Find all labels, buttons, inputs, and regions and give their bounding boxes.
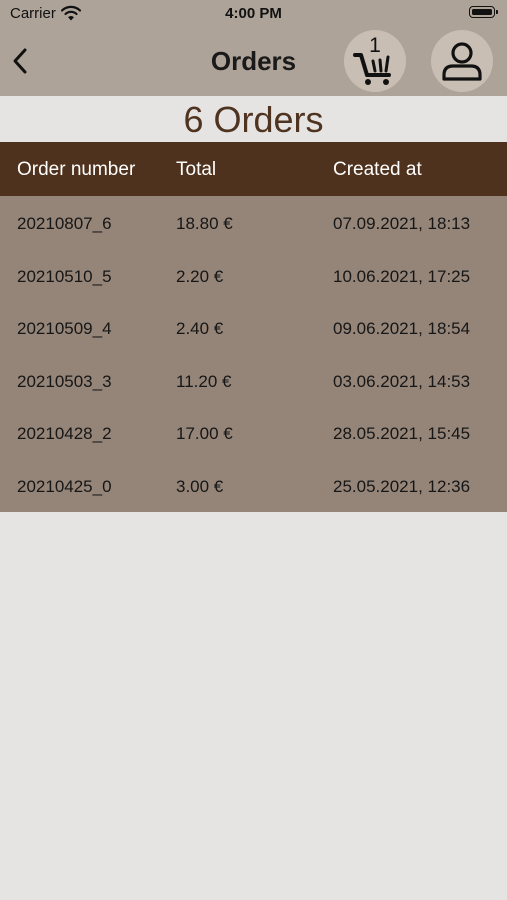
order-total-cell: 3.00 €: [176, 476, 224, 496]
cart-icon: [353, 53, 391, 85]
table-row[interactable]: 20210503_3 11.20 € 03.06.2021, 14:53: [0, 354, 507, 406]
orders-table: 20210807_6 18.80 € 07.09.2021, 18:13 202…: [0, 196, 507, 512]
table-row[interactable]: 20210510_5 2.20 € 10.06.2021, 17:25: [0, 249, 507, 301]
order-number-cell: 20210807_6: [17, 214, 112, 233]
cart-button[interactable]: 1: [344, 30, 406, 92]
order-created-cell: 28.05.2021, 15:45: [333, 424, 471, 443]
order-created-cell: 03.06.2021, 14:53: [333, 371, 471, 391]
status-bar: Carrier 4:00 PM: [0, 0, 507, 28]
order-number-cell: 20210510_5: [17, 266, 112, 286]
orders-table-header: Order number Total Created at: [0, 142, 507, 196]
order-created-cell: 09.06.2021, 18:54: [333, 319, 471, 338]
order-total-cell: 2.40 €: [176, 319, 224, 338]
order-created-cell: 10.06.2021, 17:25: [333, 266, 471, 286]
order-total-cell: 11.20 €: [176, 371, 232, 391]
order-created-cell: 25.05.2021, 12:36: [333, 476, 471, 496]
table-row[interactable]: 20210807_6 18.80 € 07.09.2021, 18:13: [0, 196, 507, 248]
table-row[interactable]: 20210428_2 17.00 € 28.05.2021, 15:45: [0, 406, 507, 458]
order-number-cell: 20210509_4: [17, 319, 112, 338]
order-number-cell: 20210425_0: [17, 476, 112, 496]
orders-count-heading: 6 Orders: [0, 96, 507, 142]
order-total-cell: 2.20 €: [176, 266, 224, 286]
user-button[interactable]: [431, 30, 493, 92]
order-total-cell: 17.00 €: [176, 424, 233, 443]
table-row[interactable]: 20210509_4 2.40 € 09.06.2021, 18:54: [0, 301, 507, 353]
order-number-cell: 20210428_2: [17, 424, 112, 443]
battery-icon: [469, 6, 498, 18]
column-header-created-at: Created at: [333, 159, 422, 180]
order-number-cell: 20210503_3: [17, 371, 112, 391]
table-row[interactable]: 20210425_0 3.00 € 25.05.2021, 12:36: [0, 459, 507, 511]
column-header-total: Total: [176, 159, 217, 180]
order-created-cell: 07.09.2021, 18:13: [333, 214, 471, 233]
user-icon: [442, 42, 482, 81]
column-header-order-number: Order number: [17, 159, 136, 180]
status-time: 4:00 PM: [225, 5, 282, 22]
order-total-cell: 18.80 €: [176, 214, 233, 233]
